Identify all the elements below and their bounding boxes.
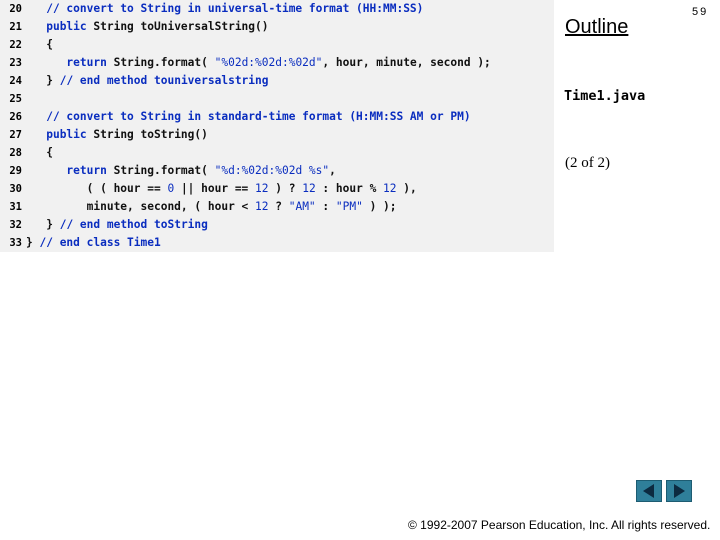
line-number: 30 [9, 183, 22, 195]
code-token: ), [396, 182, 417, 195]
code-token: , hour, minute, second ); [322, 56, 491, 69]
code-token: { [46, 146, 53, 159]
code-line: 32 } // end method toString [0, 216, 208, 234]
code-line: 28 { [0, 144, 53, 162]
code-listing: 20 // convert to String in universal-tim… [0, 0, 554, 252]
code-line: 31 minute, second, ( hour < 12 ? "AM" : … [0, 198, 397, 216]
code-line: 22 { [0, 36, 53, 54]
code-line: 26 // convert to String in standard-time… [0, 108, 471, 126]
code-token: 12 [302, 182, 316, 195]
code-token: return [66, 56, 114, 69]
code-token: "%d:%02d:%02d %s" [214, 164, 330, 177]
previous-slide-button[interactable] [636, 480, 662, 502]
code-token: } [46, 218, 60, 231]
code-line: 24 } // end method touniversalstring [0, 72, 269, 90]
code-token: "AM" [288, 200, 316, 213]
code-token: return [66, 164, 114, 177]
code-token: ) ? [268, 182, 303, 195]
code-token: 12 [255, 182, 269, 195]
line-number: 23 [9, 57, 22, 69]
code-line: 27 public String toString() [0, 126, 208, 144]
next-slide-button[interactable] [666, 480, 692, 502]
code-token: // convert to String in standard-time fo… [46, 110, 471, 123]
code-line: 23 return String.format( "%02d:%02d:%02d… [0, 54, 491, 72]
code-token: String toUniversalString() [93, 20, 269, 33]
code-token: ? [268, 200, 289, 213]
code-line: 21 public String toUniversalString() [0, 18, 269, 36]
line-number: 26 [9, 111, 22, 123]
code-token: String.format( [113, 56, 215, 69]
code-token: public [46, 20, 94, 33]
code-token: ) ); [362, 200, 397, 213]
code-line: 20 // convert to String in universal-tim… [0, 0, 423, 18]
code-token: || hour == [174, 182, 256, 195]
code-token: "%02d:%02d:%02d" [214, 56, 323, 69]
code-token: // end method toString [59, 218, 208, 231]
code-line: 33} // end class Time1 [0, 234, 161, 252]
code-token: : hour % [315, 182, 384, 195]
code-token: // end method touniversalstring [59, 74, 269, 87]
code-token: { [46, 38, 53, 51]
line-number: 27 [9, 129, 22, 141]
line-number: 20 [9, 3, 22, 15]
code-token: public [46, 128, 94, 141]
code-token: minute, second, ( hour < [86, 200, 256, 213]
code-token: "PM" [335, 200, 363, 213]
page-indicator: (2 of 2) [565, 155, 610, 171]
page-number: 59 [692, 6, 709, 18]
line-number: 21 [9, 21, 22, 33]
code-line: 30 ( ( hour == 0 || hour == 12 ) ? 12 : … [0, 180, 417, 198]
file-name: Time1.java [564, 88, 646, 104]
code-token: } [46, 74, 60, 87]
code-token: 12 [255, 200, 269, 213]
line-number: 24 [9, 75, 22, 87]
line-number: 29 [9, 165, 22, 177]
code-token: // convert to String in universal-time f… [46, 2, 424, 15]
code-token: String toString() [93, 128, 208, 141]
code-token: // end class Time1 [39, 236, 161, 249]
code-line: 29 return String.format( "%d:%02d:%02d %… [0, 162, 336, 180]
copyright-notice: © 1992-2007 Pearson Education, Inc. All … [408, 518, 711, 532]
code-token: } [26, 236, 40, 249]
line-number: 33 [9, 237, 22, 249]
code-token: ( ( hour == [86, 182, 168, 195]
line-number: 31 [9, 201, 22, 213]
code-token: , [329, 164, 336, 177]
triangle-right-icon [674, 484, 685, 498]
code-token: : [315, 200, 336, 213]
triangle-left-icon [643, 484, 654, 498]
outline-link[interactable]: Outline [565, 16, 628, 39]
code-token: 12 [383, 182, 397, 195]
line-number: 32 [9, 219, 22, 231]
code-token: String.format( [113, 164, 215, 177]
line-number: 22 [9, 39, 22, 51]
line-number: 25 [9, 93, 22, 105]
code-line: 25 [0, 90, 26, 108]
line-number: 28 [9, 147, 22, 159]
